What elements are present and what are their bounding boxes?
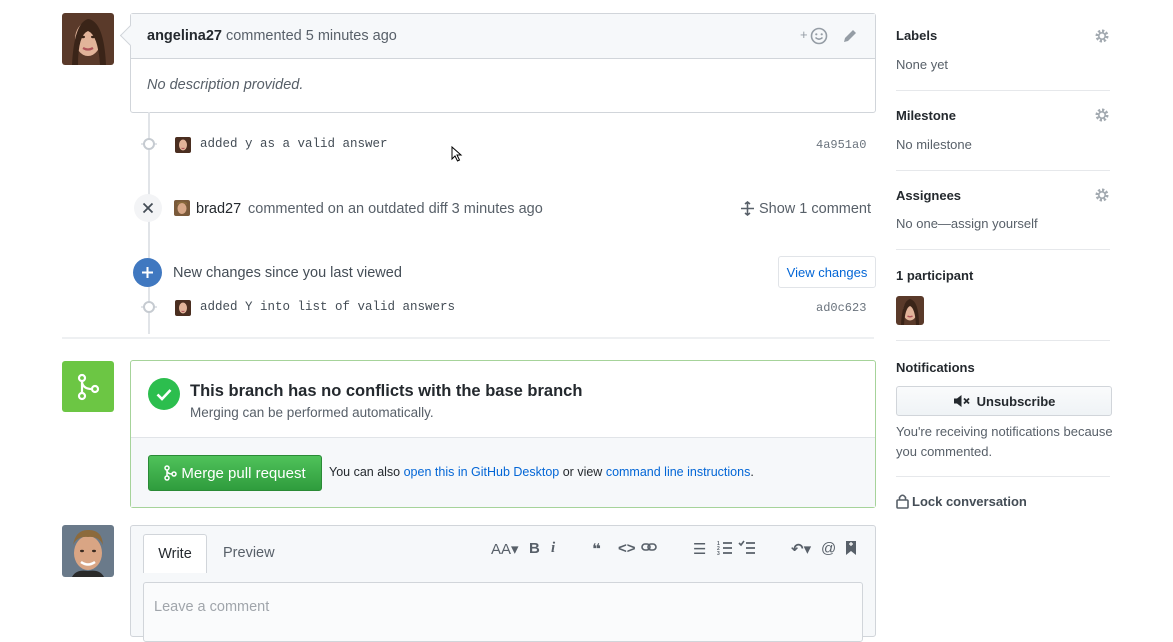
avatar-brad27[interactable]: [62, 525, 114, 577]
edit-pencil-icon[interactable]: [842, 28, 858, 47]
mention-icon[interactable]: @: [821, 540, 836, 557]
merge-button-label: Merge pull request: [181, 464, 306, 482]
lock-icon: [896, 494, 909, 509]
comment-timestamp[interactable]: commented 5 minutes ago: [226, 28, 397, 44]
numbered-list-icon[interactable]: 123: [717, 540, 733, 559]
unfold-icon[interactable]: [740, 200, 755, 219]
sidebar-divider: [896, 340, 1110, 341]
sidebar-divider: [896, 476, 1110, 477]
merge-alternatives: You can also open this in GitHub Desktop…: [329, 465, 754, 479]
merge-pull-request-button[interactable]: Merge pull request: [148, 455, 322, 491]
merge-status-title: This branch has no conflicts with the ba…: [190, 382, 583, 400]
sidebar-divider: [896, 249, 1110, 250]
comment-author[interactable]: angelina27: [147, 28, 222, 44]
outdated-comment-text: commented on an outdated diff 3 minutes …: [248, 201, 543, 217]
reply-icon[interactable]: ↶▾: [791, 540, 811, 558]
labels-value: None yet: [896, 57, 949, 72]
unsubscribe-label: Unsubscribe: [976, 393, 1056, 409]
sidebar-divider: [896, 90, 1110, 91]
commit-message[interactable]: added y as a valid answer: [200, 137, 388, 151]
bullet-list-icon[interactable]: ☰: [693, 540, 706, 558]
unsubscribe-button[interactable]: Unsubscribe: [896, 386, 1112, 416]
merge-also-text: You can also: [329, 465, 401, 479]
commit-message[interactable]: added Y into list of valid answers: [200, 300, 455, 314]
milestone-gear-icon[interactable]: [1094, 107, 1110, 123]
git-merge-icon: [62, 361, 114, 412]
labels-heading[interactable]: Labels: [896, 28, 937, 43]
assignees-gear-icon[interactable]: [1094, 187, 1110, 203]
outdated-comment-author[interactable]: brad27: [196, 201, 241, 217]
commit-dot-icon: [143, 138, 155, 150]
tab-preview[interactable]: Preview: [213, 534, 285, 572]
check-circle-icon: [148, 378, 180, 410]
assignees-heading[interactable]: Assignees: [896, 188, 961, 203]
participants-heading: 1 participant: [896, 268, 974, 283]
timeline-divider: [62, 337, 874, 339]
lock-conversation-link[interactable]: Lock conversation: [896, 493, 1027, 509]
comment-editor: Write Preview AA▾ B i ❝ <> ☰ 123 ↶▾ @ Le…: [130, 525, 876, 642]
assign-yourself-link[interactable]: No one—assign yourself: [896, 216, 1038, 231]
git-merge-small-icon: [164, 465, 178, 481]
commit-sha[interactable]: 4a951a0: [816, 138, 866, 152]
text-size-icon[interactable]: AA▾: [491, 540, 519, 558]
avatar-small-angelina[interactable]: [175, 137, 191, 153]
commit-sha[interactable]: ad0c623: [816, 301, 866, 315]
new-changes-plus-icon: [133, 258, 162, 287]
quote-icon[interactable]: ❝: [592, 540, 601, 558]
show-comment-link[interactable]: Show 1 comment: [759, 201, 871, 217]
participant-avatar-angelina[interactable]: [896, 296, 924, 325]
text-size-label: AA: [491, 541, 512, 558]
labels-gear-icon[interactable]: [1094, 28, 1110, 44]
add-reaction-plus[interactable]: +: [800, 27, 808, 42]
italic-icon[interactable]: i: [551, 540, 555, 557]
merge-period: .: [750, 465, 754, 479]
notifications-description: You're receiving notifications because y…: [896, 424, 1113, 459]
comment-textarea[interactable]: Leave a comment: [143, 582, 863, 642]
merge-status-subtitle: Merging can be performed automatically.: [190, 405, 434, 420]
code-icon[interactable]: <>: [618, 540, 636, 557]
issue-comment: angelina27 commented 5 minutes ago No de…: [119, 13, 876, 113]
svg-text:3: 3: [717, 551, 720, 555]
command-line-link[interactable]: command line instructions: [606, 465, 751, 479]
task-list-icon[interactable]: [738, 540, 756, 559]
merge-or-view-text: or view: [562, 465, 603, 479]
avatar-angelina27[interactable]: [62, 13, 114, 65]
new-changes-text: New changes since you last viewed: [173, 265, 402, 281]
comment-body: No description provided.: [147, 77, 304, 93]
milestone-heading[interactable]: Milestone: [896, 108, 956, 123]
avatar-small-brad[interactable]: [174, 200, 190, 216]
link-icon[interactable]: [641, 540, 657, 558]
lock-conversation-label: Lock conversation: [912, 493, 1027, 509]
bold-icon[interactable]: B: [529, 540, 540, 557]
outdated-badge-x-icon: [134, 194, 162, 222]
github-desktop-link[interactable]: open this in GitHub Desktop: [404, 465, 560, 479]
smiley-icon[interactable]: [810, 27, 828, 48]
view-changes-button[interactable]: View changes: [778, 256, 876, 288]
mute-icon: [953, 395, 970, 407]
bookmark-icon[interactable]: [845, 540, 857, 560]
milestone-value: No milestone: [896, 137, 972, 152]
merge-panel: This branch has no conflicts with the ba…: [130, 360, 876, 508]
mouse-cursor-icon: [451, 146, 463, 162]
comment-header: angelina27 commented 5 minutes ago: [131, 14, 875, 59]
tab-write[interactable]: Write: [143, 534, 207, 573]
avatar-small-angelina[interactable]: [175, 300, 191, 316]
sidebar-divider: [896, 170, 1110, 171]
commit-dot-icon: [143, 301, 155, 313]
notifications-heading: Notifications: [896, 360, 975, 375]
